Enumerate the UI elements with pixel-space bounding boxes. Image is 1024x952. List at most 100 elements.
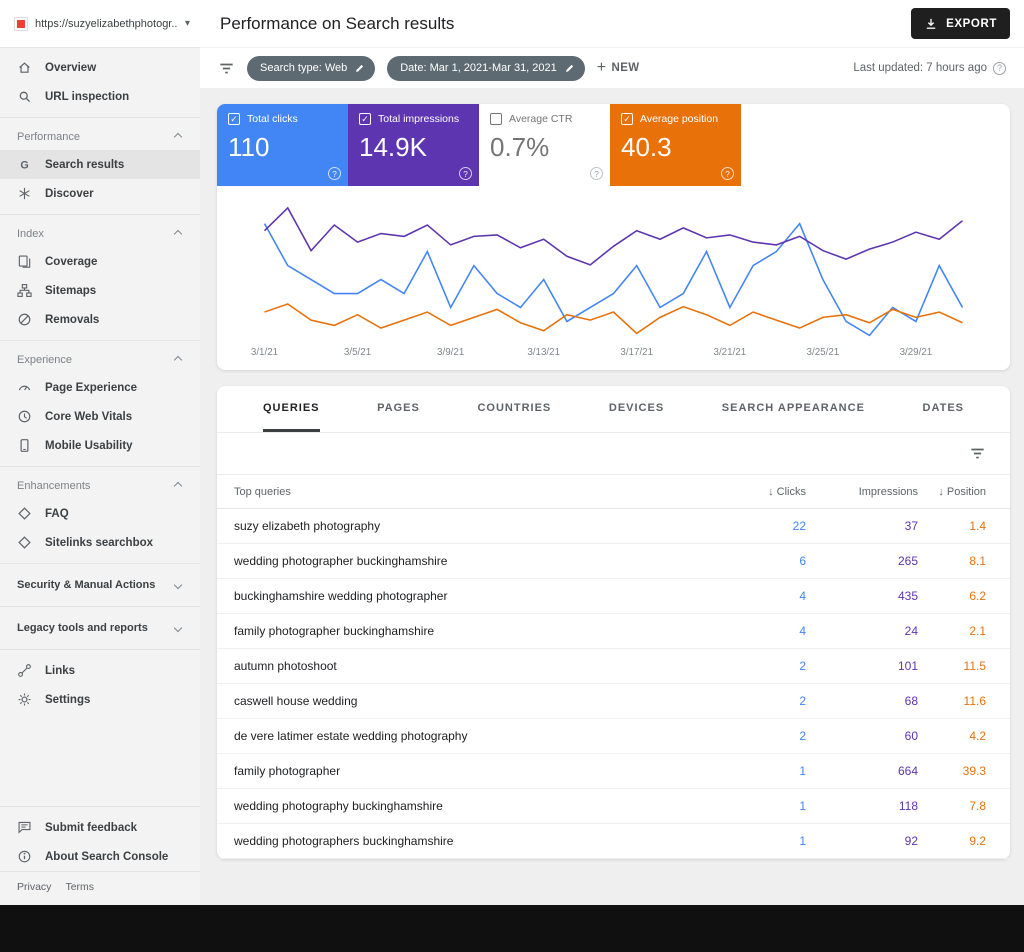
table-row[interactable]: family photographer buckinghamshire 4 24 2.… (217, 614, 1010, 649)
sidebar-item-removals[interactable]: Removals (0, 305, 200, 334)
checkbox-icon[interactable]: ✓ (359, 113, 371, 125)
sidebar-item-coverage[interactable]: Coverage (0, 247, 200, 276)
section-label: Index (17, 228, 44, 240)
clicks-cell: 1 (799, 764, 806, 778)
table-row[interactable]: wedding photographers buckinghamshire 1 92… (217, 824, 1010, 859)
sidebar-item-core-web-vitals[interactable]: Core Web Vitals (0, 402, 200, 431)
table-row[interactable]: de vere latimer estate wedding photograp… (217, 719, 1010, 754)
table-filter-icon[interactable] (969, 445, 986, 462)
tab-pages[interactable]: PAGES (377, 386, 420, 432)
table-row[interactable]: wedding photographer buckinghamshire 6 265… (217, 544, 1010, 579)
sidebar-section-header-enhancements[interactable]: Enhancements (0, 473, 200, 499)
topbar: https://suzyelizabethphotogr... ▾ Perfor… (0, 0, 1024, 48)
sidebar-section-header-index[interactable]: Index (0, 221, 200, 247)
tab-queries[interactable]: QUERIES (263, 386, 320, 432)
table-row[interactable]: suzy elizabeth photography 22 37 1.4 (217, 509, 1010, 544)
sidebar-item-label: About Search Console (45, 850, 169, 863)
sidebar-section-security-manual-actions[interactable]: Security & Manual Actions (0, 570, 200, 600)
metric-cards: ✓ Total clicks 110? ✓ Total impressions 14.9K… (217, 104, 1010, 186)
sidebar-item-search-results[interactable]: G Search results (0, 150, 200, 179)
sidebar-item-url-inspection[interactable]: URL inspection (0, 82, 200, 111)
help-icon[interactable]: ? (328, 167, 341, 180)
table-row[interactable]: caswell house wedding 2 68 11.6 (217, 684, 1010, 719)
checkbox-icon[interactable] (490, 113, 502, 125)
impressions-cell: 664 (897, 764, 918, 778)
sidebar-item-links[interactable]: Links (0, 656, 200, 685)
position-cell: 4.2 (969, 729, 986, 743)
date-filter-chip[interactable]: Date: Mar 1, 2021-Mar 31, 2021 (387, 55, 585, 81)
column-header-top-queries[interactable]: Top queries (217, 486, 714, 498)
table-row[interactable]: autumn photoshoot 2 101 11.5 (217, 649, 1010, 684)
column-header-position[interactable]: ↓ Position (918, 486, 1010, 498)
impressions-cell: 24 (904, 624, 918, 638)
sidebar-item-label: Page Experience (45, 381, 138, 394)
checkbox-icon[interactable]: ✓ (228, 113, 240, 125)
export-button[interactable]: EXPORT (911, 8, 1010, 39)
property-selector[interactable]: https://suzyelizabethphotogr... ▾ (0, 0, 200, 48)
sidebar-item-overview[interactable]: Overview (0, 53, 200, 82)
metric-label: Total clicks (247, 113, 298, 125)
metric-card-total-clicks[interactable]: ✓ Total clicks 110? (217, 104, 348, 186)
column-header-clicks[interactable]: ↓ Clicks (714, 486, 806, 498)
query-cell: wedding photography buckinghamshire (234, 799, 443, 813)
section-label: Performance (17, 131, 80, 143)
sidebar-item-settings[interactable]: Settings (0, 685, 200, 714)
caret-down-icon: ▾ (184, 18, 190, 29)
sidebar-section: Legacy tools and reports (0, 600, 200, 643)
help-icon[interactable]: ? (993, 61, 1006, 75)
table-row[interactable]: buckinghamshire wedding photographer 4 435… (217, 579, 1010, 614)
sidebar-item-sitemaps[interactable]: Sitemaps (0, 276, 200, 305)
clicks-cell: 2 (799, 659, 806, 673)
metric-card-total-impressions[interactable]: ✓ Total impressions 14.9K? (348, 104, 479, 186)
edit-icon[interactable] (564, 63, 575, 74)
help-icon[interactable]: ? (721, 167, 734, 180)
clicks-cell: 6 (799, 554, 806, 568)
table-row[interactable]: family photographer 1 664 39.3 (217, 754, 1010, 789)
chevron-down-icon (173, 580, 183, 590)
new-filter-button[interactable]: + NEW (597, 60, 640, 76)
bottom-bar (0, 905, 1024, 952)
sidebar-item-mobile-usability[interactable]: Mobile Usability (0, 431, 200, 460)
metric-card-average-ctr[interactable]: Average CTR 0.7%? (479, 104, 610, 186)
footer-link-privacy[interactable]: Privacy (17, 881, 51, 893)
sidebar-section: Submit feedback About Search Console (0, 800, 200, 871)
tab-devices[interactable]: DEVICES (609, 386, 664, 432)
sidebar-section-header-performance[interactable]: Performance (0, 124, 200, 150)
sidebar-item-sitelinks-searchbox[interactable]: Sitelinks searchbox (0, 528, 200, 557)
sidebar-item-faq[interactable]: FAQ (0, 499, 200, 528)
sidebar-item-discover[interactable]: Discover (0, 179, 200, 208)
footer-link-terms[interactable]: Terms (65, 881, 94, 893)
sidebar-item-page-experience[interactable]: Page Experience (0, 373, 200, 402)
sidebar-section-legacy-tools-and-reports[interactable]: Legacy tools and reports (0, 613, 200, 643)
position-cell: 11.6 (963, 694, 986, 708)
removals-icon (18, 313, 31, 326)
sidebar-item-label: URL inspection (45, 90, 130, 103)
sidebar-section-header-experience[interactable]: Experience (0, 347, 200, 373)
sidebar-item-label: FAQ (45, 507, 69, 520)
checkbox-icon[interactable]: ✓ (621, 113, 633, 125)
tab-countries[interactable]: COUNTRIES (477, 386, 551, 432)
help-icon[interactable]: ? (459, 167, 472, 180)
metric-value: 110 (228, 132, 270, 162)
table-row[interactable]: wedding photography buckinghamshire 1 118 7… (217, 789, 1010, 824)
metric-card-header: ✓ Total impressions (359, 113, 468, 125)
edit-icon[interactable] (354, 63, 365, 74)
impressions-cell: 265 (897, 554, 918, 568)
help-icon[interactable]: ? (590, 167, 603, 180)
column-header-impressions[interactable]: Impressions (806, 486, 918, 498)
sidebar-item-label: Sitemaps (45, 284, 97, 297)
column-label: Position (946, 485, 986, 498)
metric-label: Average CTR (509, 113, 573, 125)
search-type-chip[interactable]: Search type: Web (247, 55, 376, 81)
metric-card-average-position[interactable]: ✓ Average position 40.3? (610, 104, 741, 186)
sidebar-footer: Privacy Terms (0, 871, 200, 905)
sidebar-item-submit-feedback[interactable]: Submit feedback (0, 813, 200, 842)
tab-search-appearance[interactable]: SEARCH APPEARANCE (722, 386, 865, 432)
sidebar-item-about-search-console[interactable]: About Search Console (0, 842, 200, 871)
clicks-cell: 4 (799, 624, 806, 638)
filter-icon[interactable] (218, 60, 235, 77)
sidebar-nav: Overview URL inspection Performance G Search… (0, 48, 200, 871)
search-type-chip-label: Search type: Web (260, 62, 348, 74)
links-icon (18, 664, 31, 677)
tab-dates[interactable]: DATES (923, 386, 964, 432)
